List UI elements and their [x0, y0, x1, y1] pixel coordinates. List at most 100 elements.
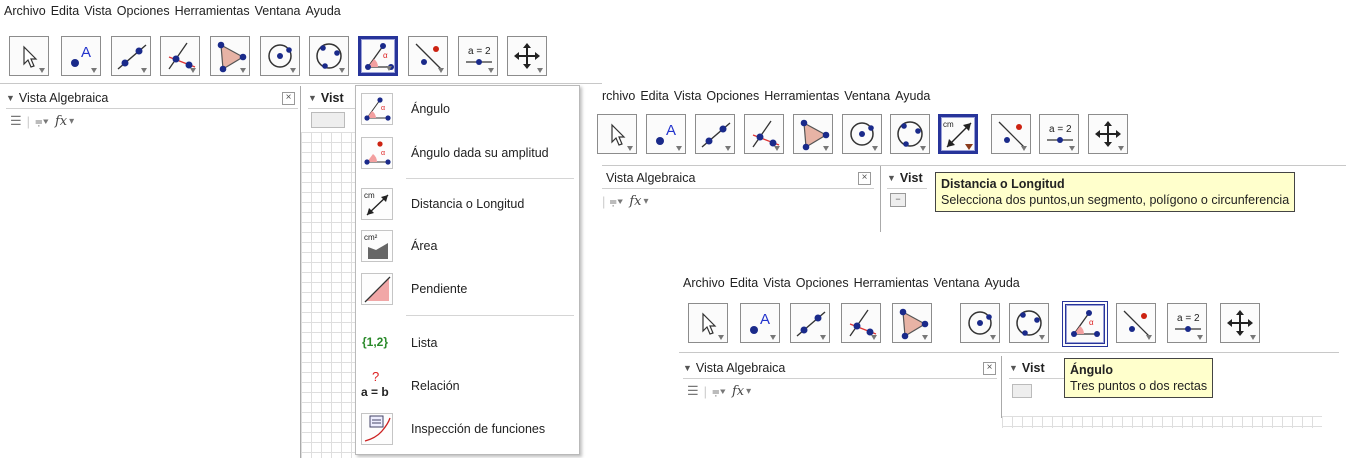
- tool-move-view-button[interactable]: [507, 36, 547, 76]
- close-view-button[interactable]: ×: [858, 172, 871, 185]
- menu-ventana[interactable]: Ventana: [255, 4, 301, 18]
- close-view-button[interactable]: ×: [282, 92, 295, 105]
- tool-reflect-button[interactable]: [991, 114, 1031, 154]
- menu-edita[interactable]: Edita: [730, 276, 759, 290]
- tool-perpendicular-button[interactable]: [160, 36, 200, 76]
- tool-polygon-button[interactable]: [793, 114, 833, 154]
- menu-opciones[interactable]: Opciones: [796, 276, 849, 290]
- tool-point-button[interactable]: A: [740, 303, 780, 343]
- menu-ayuda[interactable]: Ayuda: [985, 276, 1020, 290]
- graphics-style-bar[interactable]: [1012, 384, 1032, 398]
- tool-move-button[interactable]: [9, 36, 49, 76]
- tool-perpendicular-button[interactable]: [744, 114, 784, 154]
- screenshot-panel-2: rchivo Edita Vista Opciones Herramientas…: [597, 80, 1348, 232]
- tool-circle-3pts-button[interactable]: [309, 36, 349, 76]
- dropdown-item-angle[interactable]: α Ángulo: [356, 89, 579, 129]
- menu-archivo[interactable]: Archivo: [683, 276, 725, 290]
- view-divider: [880, 166, 881, 232]
- tool-angle-button[interactable]: α: [358, 36, 398, 76]
- collapse-triangle-icon[interactable]: ▼: [887, 173, 896, 183]
- collapse-triangle-icon[interactable]: ▼: [683, 363, 692, 373]
- tool-reflect-button[interactable]: [408, 36, 448, 76]
- tool-circle-3pts-button[interactable]: [890, 114, 930, 154]
- tool-perpendicular-button[interactable]: [841, 303, 881, 343]
- fx-input-icon[interactable]: fx: [55, 114, 67, 129]
- tool-reflect-button[interactable]: [1116, 303, 1156, 343]
- tool-line-button[interactable]: [111, 36, 151, 76]
- text-align-icon[interactable]: ☰: [687, 383, 699, 399]
- dropdown-triangle-icon: [965, 144, 973, 150]
- menu-vista[interactable]: Vista: [763, 276, 791, 290]
- tool-move-view-button[interactable]: [1220, 303, 1260, 343]
- sort-icon[interactable]: ⩦▾: [712, 383, 726, 399]
- menu-ventana[interactable]: Ventana: [844, 89, 890, 103]
- fx-input-icon[interactable]: fx: [732, 384, 744, 399]
- distance-icon: cm: [361, 188, 393, 220]
- tool-move-button[interactable]: [688, 303, 728, 343]
- menu-ayuda[interactable]: Ayuda: [306, 4, 341, 18]
- tool-circle-center-button[interactable]: [842, 114, 882, 154]
- collapse-triangle-icon[interactable]: ▼: [308, 93, 317, 103]
- menu-ayuda[interactable]: Ayuda: [895, 89, 930, 103]
- dropdown-item-distance[interactable]: cm Distancia o Longitud: [356, 184, 579, 224]
- menu-archivo[interactable]: Archivo: [4, 4, 46, 18]
- view-divider: [1001, 356, 1002, 418]
- menu-opciones[interactable]: Opciones: [117, 4, 170, 18]
- tool-circle-center-button[interactable]: [260, 36, 300, 76]
- tool-circle-center-button[interactable]: [960, 303, 1000, 343]
- tool-distance-button[interactable]: cm: [938, 114, 978, 154]
- dropdown-item-angle-fixed[interactable]: α Ángulo dada su amplitud: [356, 133, 579, 173]
- dropdown-item-area[interactable]: cm² Área: [356, 226, 579, 266]
- dropdown-item-relation[interactable]: ? a = b Relación: [356, 366, 579, 406]
- close-view-button[interactable]: ×: [983, 362, 996, 375]
- dropdown-item-list[interactable]: {1,2} Lista: [356, 323, 579, 363]
- tool-circle-3pts-button[interactable]: [1009, 303, 1049, 343]
- algebra-view-toolbar: ☰ | ⩦▾ fx ▾: [687, 383, 752, 399]
- fx-input-icon[interactable]: fx: [629, 194, 641, 209]
- collapse-triangle-icon[interactable]: ▼: [1009, 363, 1018, 373]
- tool-slider-button[interactable]: a = 2: [1039, 114, 1079, 154]
- tool-move-view-button[interactable]: [1088, 114, 1128, 154]
- dropdown-item-slope[interactable]: Pendiente: [356, 269, 579, 309]
- svg-text:A: A: [81, 44, 91, 61]
- graphics-grid[interactable]: [301, 132, 355, 458]
- graphics-grid[interactable]: [1002, 416, 1322, 428]
- svg-text:a = 2: a = 2: [1049, 124, 1072, 135]
- tool-polygon-button[interactable]: [210, 36, 250, 76]
- menu-edita[interactable]: Edita: [51, 4, 80, 18]
- algebra-view-title: Vista Algebraica: [18, 91, 109, 105]
- tooltip-title: Ángulo: [1070, 363, 1114, 377]
- menu-herramientas[interactable]: Herramientas: [175, 4, 250, 18]
- fx-dropdown-icon[interactable]: ▾: [746, 386, 751, 397]
- menu-vista[interactable]: Vista: [674, 89, 702, 103]
- text-align-icon[interactable]: ☰: [10, 113, 22, 129]
- tool-polygon-button[interactable]: [892, 303, 932, 343]
- tool-line-button[interactable]: [790, 303, 830, 343]
- toolbar: A α a = 2: [0, 29, 604, 84]
- tool-angle-button[interactable]: α: [1062, 301, 1108, 347]
- tool-slider-button[interactable]: a = 2: [1167, 303, 1207, 343]
- tool-line-button[interactable]: [695, 114, 735, 154]
- menu-ventana[interactable]: Ventana: [934, 276, 980, 290]
- menu-opciones[interactable]: Opciones: [706, 89, 759, 103]
- dropdown-item-function-inspector[interactable]: Inspección de funciones: [356, 409, 579, 449]
- collapse-triangle-icon[interactable]: ▼: [6, 93, 15, 103]
- menu-edita[interactable]: Edita: [640, 89, 669, 103]
- sort-icon[interactable]: ⩦▾: [609, 193, 623, 209]
- sort-icon[interactable]: ⩦▾: [35, 113, 49, 129]
- tool-slider-button[interactable]: a = 2: [458, 36, 498, 76]
- dropdown-item-label: Lista: [411, 336, 438, 350]
- fx-dropdown-icon[interactable]: ▾: [69, 116, 74, 127]
- fx-dropdown-icon[interactable]: ▾: [643, 196, 648, 207]
- menu-archivo[interactable]: rchivo: [602, 89, 635, 103]
- tool-point-button[interactable]: A: [61, 36, 101, 76]
- menu-vista[interactable]: Vista: [84, 4, 112, 18]
- menu-separator: [406, 178, 574, 179]
- algebra-view-title: Vista Algebraica: [606, 171, 696, 185]
- menu-herramientas[interactable]: Herramientas: [764, 89, 839, 103]
- tool-move-button[interactable]: [597, 114, 637, 154]
- tool-point-button[interactable]: A: [646, 114, 686, 154]
- menu-herramientas[interactable]: Herramientas: [854, 276, 929, 290]
- graphics-style-bar[interactable]: −: [890, 193, 906, 207]
- graphics-style-bar[interactable]: [311, 112, 345, 128]
